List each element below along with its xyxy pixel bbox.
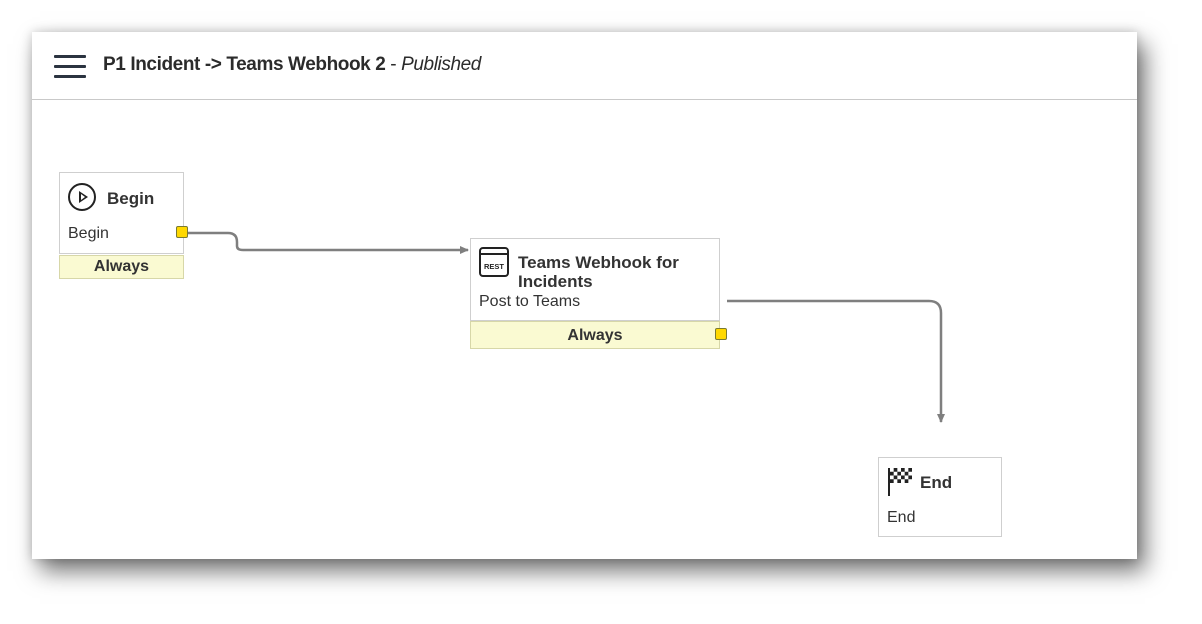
workflow-header: P1 Incident -> Teams Webhook 2 - Publish…	[32, 32, 1137, 100]
begin-node-title: Begin	[107, 189, 155, 208]
end-node-subtitle: End	[887, 509, 916, 526]
begin-condition-label: Always	[93, 258, 150, 275]
workflow-name: P1 Incident -> Teams Webhook 2	[103, 54, 386, 75]
rest-icon-label: REST	[483, 262, 504, 271]
end-node[interactable]: End End	[878, 457, 1002, 537]
connector-begin-to-webhook[interactable]	[188, 231, 469, 254]
webhook-node-title-line1: Teams Webhook for	[518, 253, 679, 272]
webhook-node[interactable]: REST Teams Webhook for Incidents Post to…	[470, 238, 720, 321]
webhook-node-subtitle: Post to Teams	[479, 293, 581, 310]
play-circle-icon	[68, 183, 96, 211]
connector-webhook-to-end[interactable]	[727, 299, 945, 423]
begin-node[interactable]: Begin Begin	[59, 172, 184, 254]
title-separator: -	[385, 54, 402, 75]
workflow-status: Published	[401, 54, 481, 75]
workflow-window: P1 Incident -> Teams Webhook 2 - Publish…	[32, 32, 1137, 559]
begin-condition-always[interactable]: Always	[59, 255, 184, 279]
checkered-flag-icon	[888, 468, 913, 496]
workflow-title: P1 Incident -> Teams Webhook 2 - Publish…	[103, 54, 481, 76]
hamburger-menu-icon[interactable]	[54, 55, 86, 79]
webhook-condition-always[interactable]: Always	[470, 321, 720, 349]
webhook-node-title-line2: Incidents	[518, 272, 593, 291]
webhook-condition-label: Always	[567, 327, 623, 344]
webhook-output-port[interactable]	[715, 328, 727, 340]
begin-node-subtitle: Begin	[68, 225, 109, 242]
rest-icon: REST	[479, 247, 509, 277]
end-node-title: End	[920, 473, 953, 492]
begin-output-port[interactable]	[176, 226, 188, 238]
workflow-canvas[interactable]: Begin Begin Always REST Teams Webhook fo…	[32, 100, 1137, 559]
